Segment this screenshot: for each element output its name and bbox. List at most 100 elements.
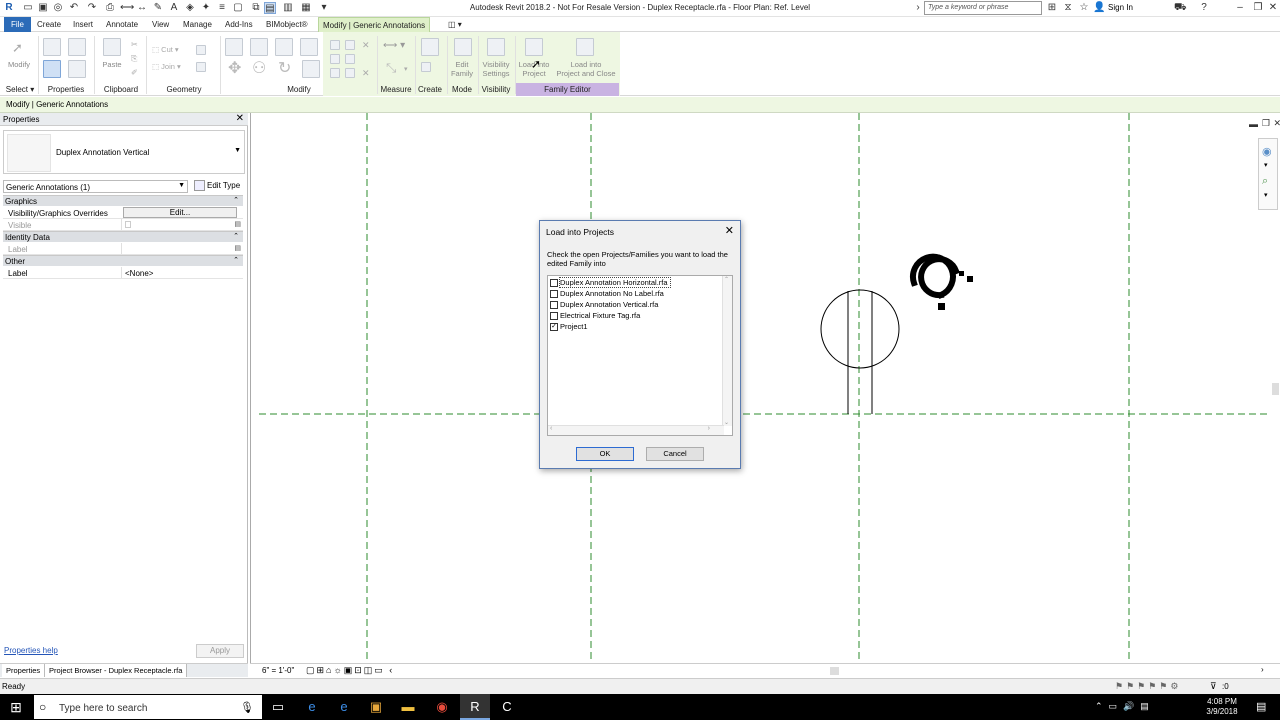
open-icon[interactable]: ▭ xyxy=(22,2,34,14)
chevron-down-icon[interactable]: ▾ xyxy=(1264,191,1268,199)
tab-insert[interactable]: Insert xyxy=(69,17,97,32)
align-icon[interactable] xyxy=(225,38,243,56)
missing-label-glyph[interactable] xyxy=(910,253,973,310)
internet-explorer-icon[interactable]: e xyxy=(329,694,359,720)
switch-windows-icon[interactable]: ⧉ xyxy=(250,2,262,14)
delete-icon[interactable]: ✕ xyxy=(362,40,370,51)
tab-view[interactable]: View xyxy=(148,17,173,32)
paste-button-label[interactable]: Paste xyxy=(97,60,127,69)
move-icon[interactable]: ✥ xyxy=(228,58,241,78)
type-selector[interactable]: Duplex Annotation Vertical ▼ xyxy=(3,130,245,174)
ok-button[interactable]: OK xyxy=(576,447,634,461)
load-into-project-close-button-label[interactable]: Load into Project and Close xyxy=(553,60,619,78)
taskbar-search-box[interactable]: ○ Type here to search 🎙 xyxy=(33,694,263,720)
section-icon[interactable]: ✦ xyxy=(200,2,212,14)
checkbox[interactable] xyxy=(550,290,558,299)
revit-taskbar-icon[interactable]: R xyxy=(460,694,490,720)
geometry-tool-icon[interactable] xyxy=(196,62,206,72)
horizontal-scrollbar[interactable]: ‹ › xyxy=(548,425,724,435)
taskbar-clock[interactable]: 4:08 PM 3/9/2018 xyxy=(1200,697,1244,717)
measure-icon[interactable]: ⟷ xyxy=(120,2,134,14)
load-into-project-close-icon[interactable] xyxy=(576,38,594,56)
family-types-icon[interactable] xyxy=(68,38,86,56)
window-icon[interactable]: ▥ xyxy=(282,2,294,14)
user-icon[interactable]: 👤 xyxy=(1093,2,1105,14)
window-stack-icon[interactable]: ▦ xyxy=(300,2,312,14)
panel-select[interactable]: Select ▾ xyxy=(2,83,38,96)
selection-filter-icons[interactable]: ⚑⚑⚑⚑⚑⚙ xyxy=(1115,681,1181,692)
copy-element-icon[interactable]: ⚇ xyxy=(252,58,266,78)
tab-bimobject[interactable]: BIMobject® xyxy=(262,17,311,32)
visibility-settings-button-label[interactable]: Visibility Settings xyxy=(479,60,513,78)
tab-manage[interactable]: Manage xyxy=(179,17,216,32)
delete-icon[interactable]: ✕ xyxy=(362,68,370,79)
list-item[interactable]: Duplex Annotation No Label.rfa xyxy=(550,289,664,299)
modify-button-label[interactable]: Modify xyxy=(2,60,36,69)
group-graphics[interactable]: Graphics ⌃ xyxy=(3,195,243,206)
filter-icon[interactable]: ⊽ xyxy=(1210,681,1217,692)
tab-project-browser[interactable]: Project Browser - Duplex Receptacle.rfa xyxy=(45,664,188,677)
properties-help-link[interactable]: Properties help xyxy=(4,646,58,655)
list-item[interactable]: Duplex Annotation Horizontal.rfa xyxy=(550,277,671,288)
scale-icon[interactable] xyxy=(345,54,355,64)
view-restore-icon[interactable]: ❐ xyxy=(1262,118,1270,129)
visibility-graphics-edit-button[interactable]: Edit... xyxy=(123,207,237,218)
array-icon[interactable] xyxy=(330,54,340,64)
pin-icon[interactable] xyxy=(330,68,340,78)
property-value[interactable] xyxy=(121,243,239,254)
properties-header[interactable]: Properties ✕ xyxy=(0,113,248,126)
label-value[interactable]: <None> xyxy=(121,267,239,278)
print-icon[interactable]: ⎙ xyxy=(104,2,116,14)
split-icon[interactable] xyxy=(330,40,340,50)
paste-icon[interactable] xyxy=(103,38,121,56)
task-view-icon[interactable]: ▭ xyxy=(263,694,293,720)
3d-view-icon[interactable]: ◈ xyxy=(184,2,196,14)
dimension-icon[interactable]: ↔ xyxy=(136,2,148,14)
thin-lines-icon[interactable]: ≡ xyxy=(216,2,228,14)
scroll-right-icon[interactable]: › xyxy=(708,425,710,432)
properties-toggle-icon[interactable] xyxy=(43,60,61,78)
collapse-icon[interactable]: ⌃ xyxy=(233,256,239,264)
load-into-project-icon[interactable] xyxy=(525,38,543,56)
cut-icon[interactable]: ✂ xyxy=(131,40,138,49)
dimension-dropdown-icon[interactable]: ▾ xyxy=(404,65,408,73)
visible-checkbox[interactable] xyxy=(121,219,239,230)
scroll-down-icon[interactable]: ⌄ xyxy=(724,419,729,426)
edit-type-button[interactable]: Edit Type xyxy=(192,179,244,193)
file-explorer-icon[interactable]: ▬ xyxy=(393,694,423,720)
type-properties-icon[interactable] xyxy=(43,38,61,56)
list-item[interactable]: Duplex Annotation Vertical.rfa xyxy=(550,300,658,310)
view-close-icon[interactable]: ✕ xyxy=(1273,118,1280,129)
offset-icon[interactable] xyxy=(250,38,268,56)
view-scale[interactable]: 6" = 1'-0" xyxy=(262,666,294,675)
associate-parameter-icon[interactable]: ▤ xyxy=(234,244,241,252)
keyword-search-input[interactable]: Type a keyword or phrase xyxy=(924,1,1042,15)
match-properties-icon[interactable]: ✐ xyxy=(131,68,138,77)
text-icon[interactable]: A xyxy=(168,2,180,14)
chrome-icon[interactable]: ◉ xyxy=(427,694,457,720)
cancel-button[interactable]: Cancel xyxy=(646,447,704,461)
unpin-icon[interactable] xyxy=(345,68,355,78)
chevron-right-icon[interactable]: › xyxy=(1261,665,1264,674)
group-other[interactable]: Other ⌃ xyxy=(3,255,243,266)
tag-icon[interactable]: ✎ xyxy=(152,2,164,14)
revit-app-icon[interactable]: R xyxy=(3,2,15,14)
sign-in-link[interactable]: Sign In xyxy=(1108,3,1133,12)
create-group-icon[interactable] xyxy=(421,38,439,56)
aligned-dimension-icon[interactable]: ⤡ xyxy=(386,60,396,76)
checkbox[interactable] xyxy=(550,312,558,321)
notifications-icon[interactable]: ▤ xyxy=(1256,700,1266,713)
family-category-icon[interactable] xyxy=(68,60,86,78)
edit-family-icon[interactable] xyxy=(454,38,472,56)
edge-icon[interactable]: e xyxy=(297,694,327,720)
office-icon[interactable]: ▣ xyxy=(361,694,391,720)
system-tray-icons[interactable]: ⌃▭🔊▤ xyxy=(1095,701,1155,712)
minimize-icon[interactable]: – xyxy=(1231,0,1249,16)
tab-file[interactable]: File xyxy=(4,17,31,32)
view-controls-icons[interactable]: ▢⊞⌂☼▣⊡◫▭ ‹ xyxy=(306,665,394,676)
camtasia-icon[interactable]: C xyxy=(492,694,522,720)
receptacle-circle[interactable] xyxy=(820,289,900,369)
create-similar-icon[interactable] xyxy=(421,62,431,72)
sync-icon[interactable]: ◎ xyxy=(52,2,64,14)
binoculars-icon[interactable]: ⊞ xyxy=(1046,2,1058,14)
